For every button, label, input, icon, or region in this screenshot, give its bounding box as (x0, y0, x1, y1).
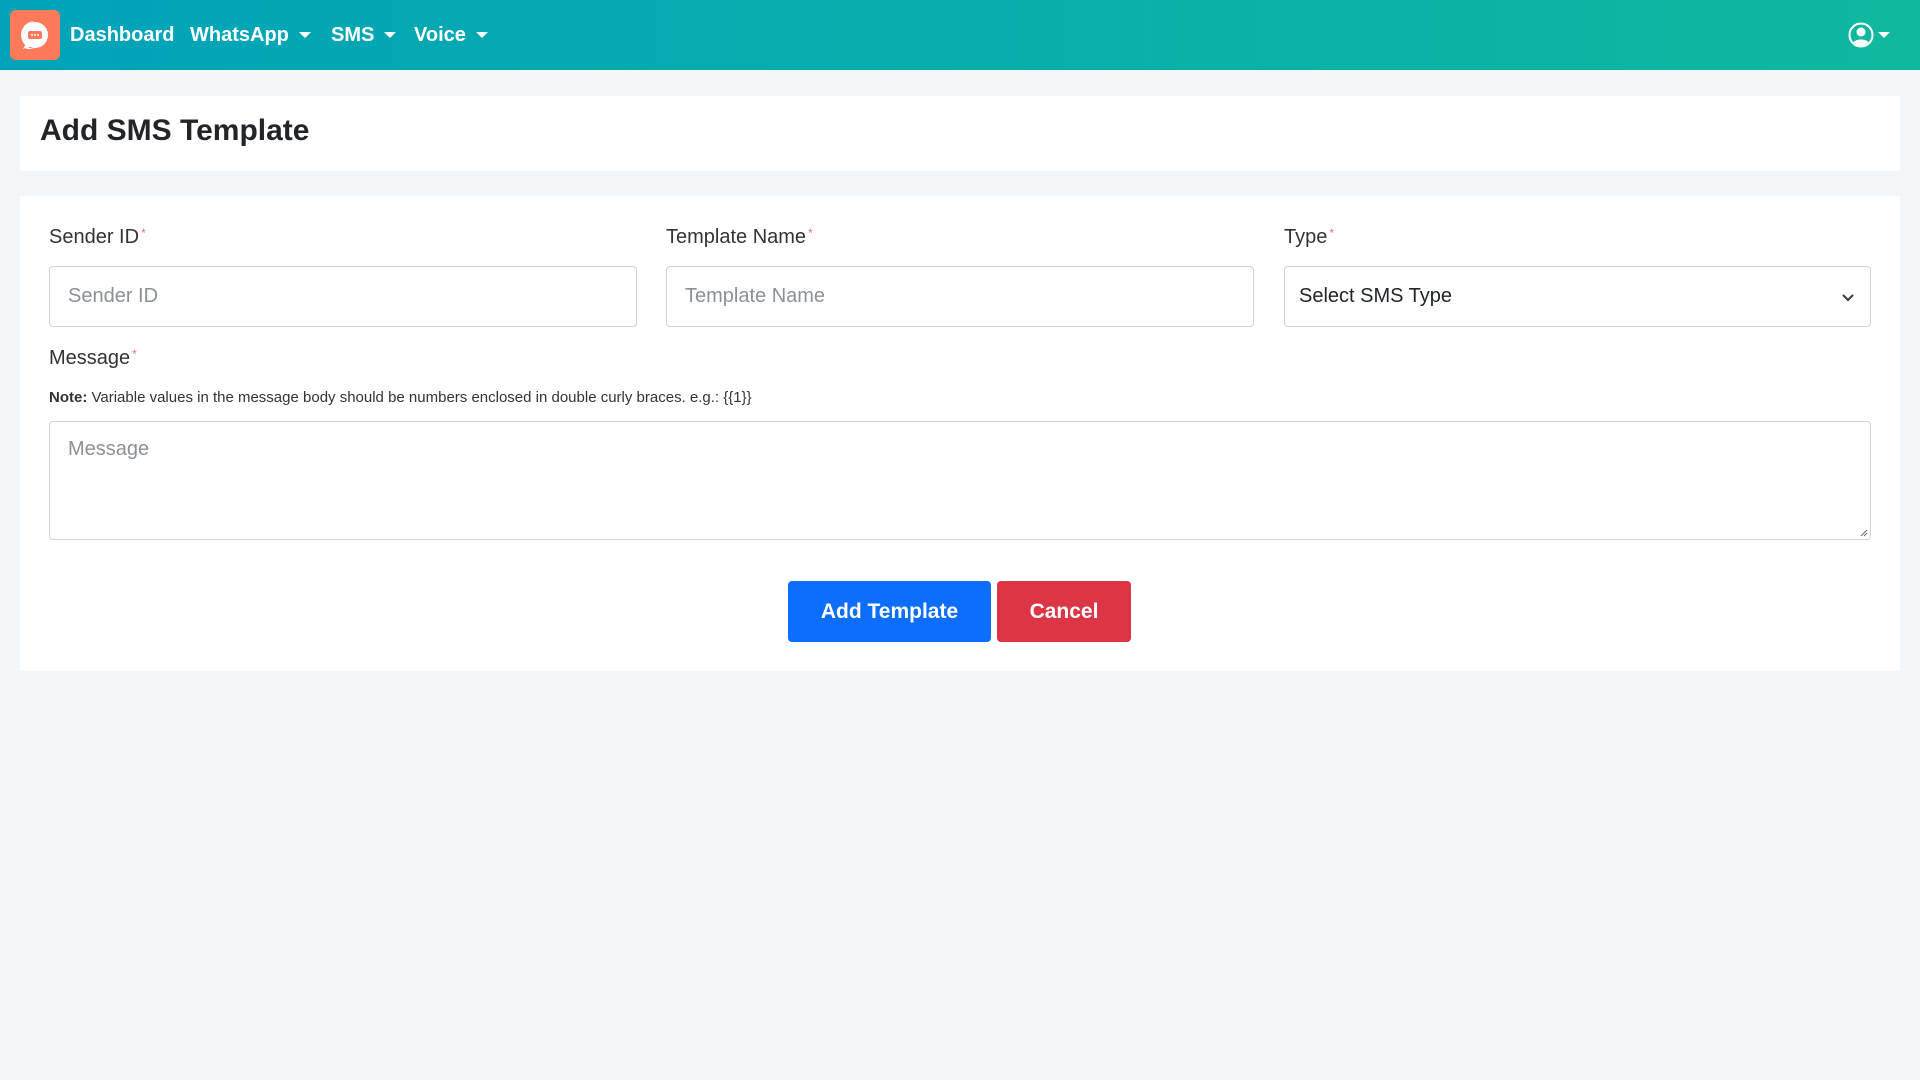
nav-voice[interactable]: Voice (414, 0, 488, 70)
template-name-input[interactable]: Template Name (666, 266, 1254, 327)
caret-down-icon (475, 32, 488, 38)
nav-sms[interactable]: SMS (331, 0, 397, 70)
message-note: Note: Variable values in the message bod… (49, 389, 752, 406)
chat-bubble-icon (21, 21, 48, 49)
placeholder: Message (68, 438, 150, 460)
app-logo[interactable] (10, 10, 60, 60)
caret-down-icon (384, 32, 397, 38)
nav-label: Dashboard (70, 23, 175, 46)
cancel-button[interactable]: Cancel (997, 581, 1131, 642)
nav-label: Voice (414, 23, 466, 46)
nav-label: SMS (331, 23, 375, 46)
caret-down-icon (298, 32, 311, 38)
resize-handle-icon[interactable] (1858, 527, 1868, 537)
chevron-down-icon (1842, 293, 1854, 301)
user-menu[interactable] (1848, 0, 1890, 70)
add-template-form: Sender ID * Sender ID Template Name * Temp… (20, 196, 1900, 671)
sms-type-select[interactable]: Select SMS Type (1284, 266, 1871, 327)
type-label: Type * (1284, 226, 1335, 248)
top-navbar: Dashboard WhatsApp SMS Voice (0, 0, 1920, 70)
nav-dashboard[interactable]: Dashboard (70, 0, 174, 70)
message-textarea[interactable]: Message (49, 421, 1871, 540)
nav-whatsapp[interactable]: WhatsApp (190, 0, 311, 70)
message-label: Message * (49, 347, 137, 369)
sender-id-input[interactable]: Sender ID (49, 266, 637, 327)
select-value: Select SMS Type (1299, 285, 1453, 307)
sender-id-label: Sender ID * (49, 226, 146, 248)
add-template-button[interactable]: Add Template (788, 581, 991, 642)
user-circle-icon (1848, 22, 1874, 48)
nav-label: WhatsApp (190, 23, 289, 46)
page-title: Add SMS Template (20, 96, 1900, 171)
caret-down-icon (1878, 32, 1890, 38)
template-name-label: Template Name * (666, 226, 813, 248)
